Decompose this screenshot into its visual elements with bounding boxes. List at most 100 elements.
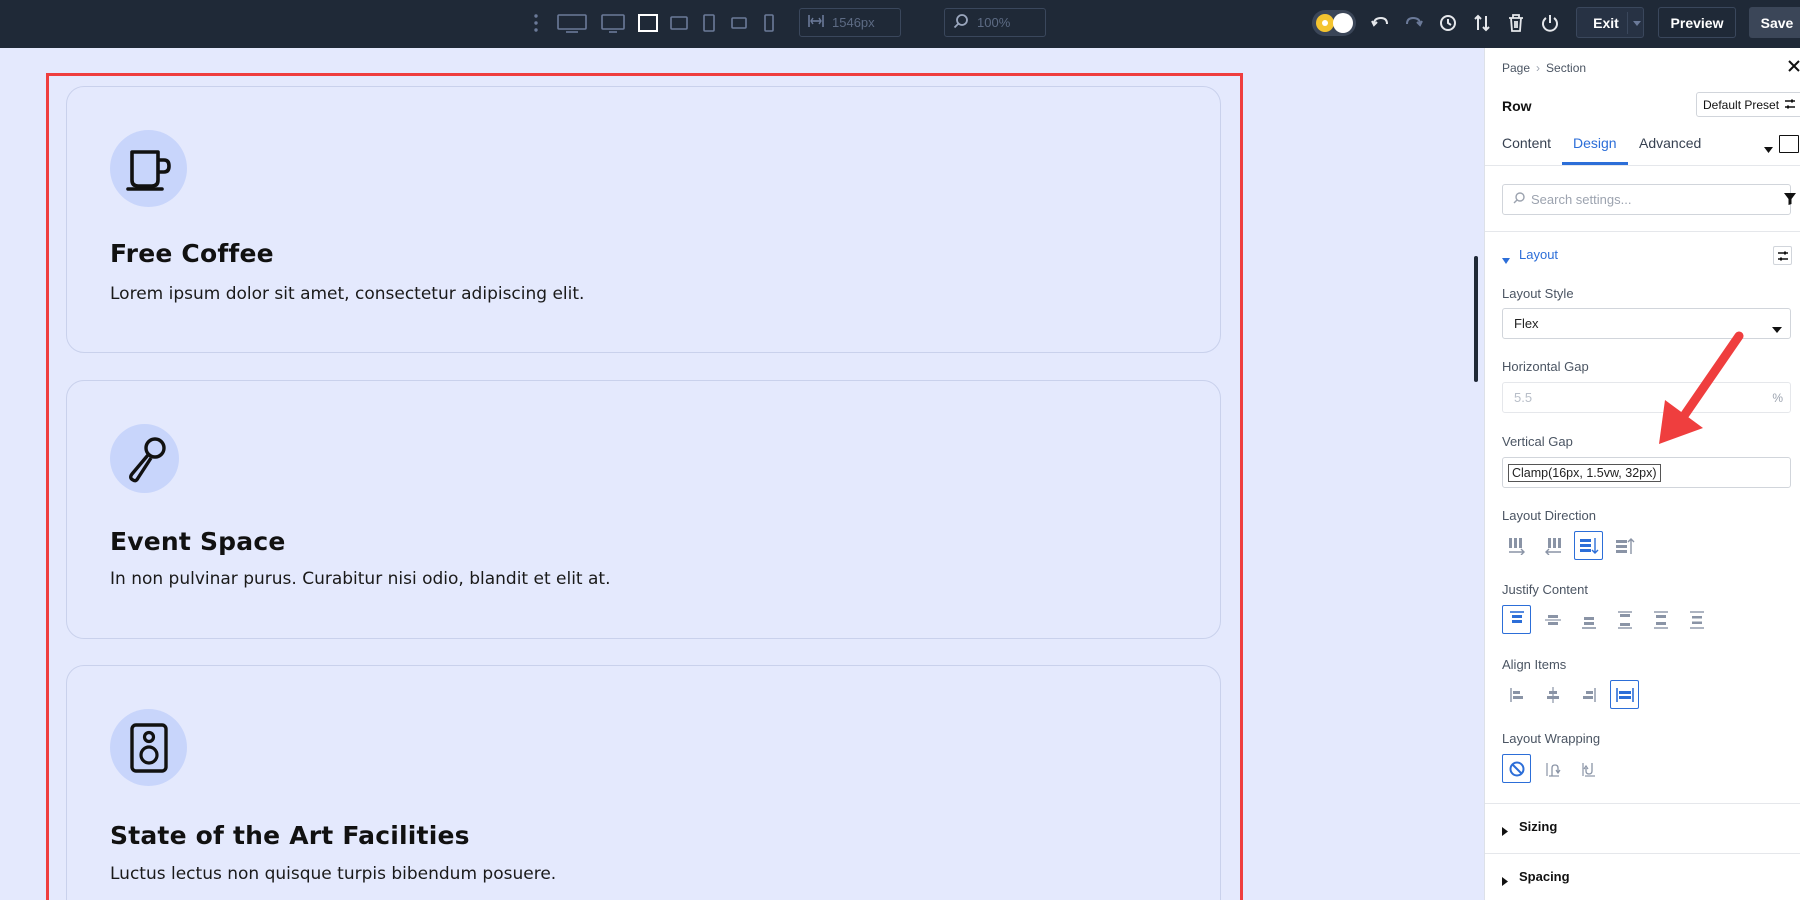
chevron-down-icon[interactable]: [1627, 12, 1645, 34]
sun-icon: [1316, 14, 1334, 32]
search-placeholder: Search settings...: [1531, 192, 1631, 207]
search-icon: [1513, 192, 1525, 207]
direction-column-reverse-icon[interactable]: [1610, 531, 1639, 560]
vertical-gap-label: Vertical Gap: [1502, 434, 1573, 449]
horizontal-gap-label: Horizontal Gap: [1502, 359, 1589, 374]
justify-start-icon[interactable]: [1502, 605, 1531, 634]
justify-space-around-icon[interactable]: [1646, 605, 1675, 634]
responsive-view-icon[interactable]: [1779, 135, 1799, 153]
feature-card[interactable]: Event Space In non pulvinar purus. Curab…: [66, 380, 1221, 639]
element-name: Row: [1502, 98, 1532, 114]
phone-icon[interactable]: [762, 12, 776, 34]
filter-icon[interactable]: [1784, 192, 1796, 210]
canvas-scrollbar[interactable]: [1474, 256, 1478, 382]
direction-column-icon[interactable]: [1574, 531, 1603, 560]
zoom-value: 100%: [977, 15, 1010, 30]
justify-space-evenly-icon[interactable]: [1682, 605, 1711, 634]
card-title: State of the Art Facilities: [110, 821, 470, 850]
card-title: Event Space: [110, 527, 286, 556]
desktop-icon[interactable]: [600, 12, 626, 36]
speaker-icon: [110, 709, 187, 786]
preset-label: Default Preset: [1703, 98, 1779, 112]
search-divider: [1485, 231, 1800, 232]
power-icon[interactable]: [1538, 11, 1562, 35]
direction-row-reverse-icon[interactable]: [1538, 531, 1567, 560]
breadcrumb-separator-icon: ›: [1536, 61, 1540, 75]
spacing-expand-icon[interactable]: [1502, 873, 1508, 891]
preview-label: Preview: [1671, 15, 1724, 31]
horizontal-gap-value: 5.5: [1514, 390, 1532, 405]
layout-divider: [1485, 803, 1800, 804]
close-icon[interactable]: [1787, 59, 1800, 75]
align-stretch-icon[interactable]: [1610, 680, 1639, 709]
sort-icon[interactable]: [1470, 11, 1494, 35]
layout-collapse-icon[interactable]: [1502, 251, 1510, 269]
sizing-section-title[interactable]: Sizing: [1519, 819, 1557, 834]
align-items-label: Align Items: [1502, 657, 1566, 672]
vertical-gap-input[interactable]: Clamp(16px, 1.5vw, 32px): [1502, 457, 1791, 488]
canvas-width-field[interactable]: 1546px: [799, 8, 901, 37]
zoom-field[interactable]: 100%: [944, 8, 1046, 37]
align-start-icon[interactable]: [1502, 680, 1531, 709]
tabs-divider: [1485, 165, 1800, 166]
feature-card[interactable]: Free Coffee Lorem ipsum dolor sit amet, …: [66, 86, 1221, 353]
breadcrumb-section[interactable]: Section: [1546, 61, 1586, 75]
layout-preset-icon[interactable]: [1773, 246, 1792, 265]
tablet-icon[interactable]: [701, 12, 717, 34]
justify-content-label: Justify Content: [1502, 582, 1588, 597]
breadcrumb-page[interactable]: Page: [1502, 61, 1530, 75]
justify-end-icon[interactable]: [1574, 605, 1603, 634]
justify-space-between-icon[interactable]: [1610, 605, 1639, 634]
width-value: 1546px: [832, 15, 875, 30]
card-text: Lorem ipsum dolor sit amet, consectetur …: [110, 284, 584, 304]
coffee-cup-icon: [110, 130, 187, 207]
sizing-divider: [1485, 853, 1800, 854]
tab-advanced[interactable]: Advanced: [1639, 135, 1701, 151]
tabs-menu-chevron-icon[interactable]: [1764, 140, 1773, 158]
save-label: Save: [1761, 15, 1794, 31]
wrap-icon[interactable]: [1538, 754, 1567, 783]
sizing-expand-icon[interactable]: [1502, 823, 1508, 841]
undo-icon[interactable]: [1368, 11, 1392, 35]
save-button[interactable]: Save: [1749, 7, 1800, 38]
trash-icon[interactable]: [1504, 11, 1528, 35]
horizontal-gap-unit[interactable]: %: [1772, 391, 1783, 405]
layout-section-title[interactable]: Layout: [1519, 247, 1558, 262]
layout-style-value: Flex: [1514, 316, 1539, 331]
preview-button[interactable]: Preview: [1658, 7, 1736, 38]
align-end-icon[interactable]: [1574, 680, 1603, 709]
justify-center-icon[interactable]: [1538, 605, 1567, 634]
width-icon: [808, 14, 824, 31]
zoom-icon: [953, 13, 969, 32]
builder-canvas: Free Coffee Lorem ipsum dolor sit amet, …: [0, 48, 1471, 900]
annotation-arrow-icon: [1653, 328, 1753, 448]
layout-direction-label: Layout Direction: [1502, 508, 1596, 523]
kebab-icon[interactable]: [530, 12, 542, 34]
search-settings-input[interactable]: Search settings...: [1502, 184, 1791, 215]
phone-landscape-icon[interactable]: [730, 12, 748, 34]
align-center-icon[interactable]: [1538, 680, 1567, 709]
layout-style-label: Layout Style: [1502, 286, 1574, 301]
microphone-icon: [110, 424, 179, 493]
spacing-section-title[interactable]: Spacing: [1519, 869, 1570, 884]
preset-icon: [1785, 98, 1795, 112]
vertical-gap-value: Clamp(16px, 1.5vw, 32px): [1508, 464, 1661, 482]
desktop-wide-icon[interactable]: [556, 12, 588, 36]
redo-icon[interactable]: [1402, 11, 1426, 35]
history-icon[interactable]: [1436, 11, 1460, 35]
tab-design[interactable]: Design: [1573, 135, 1617, 151]
card-title: Free Coffee: [110, 239, 274, 268]
card-text: Luctus lectus non quisque turpis bibendu…: [110, 864, 556, 884]
direction-row-icon[interactable]: [1502, 531, 1531, 560]
chevron-down-icon: [1772, 321, 1782, 336]
layout-wrapping-label: Layout Wrapping: [1502, 731, 1600, 746]
tablet-landscape-icon[interactable]: [669, 12, 689, 34]
tab-content[interactable]: Content: [1502, 135, 1551, 151]
laptop-icon[interactable]: [637, 12, 659, 34]
no-wrap-icon[interactable]: [1502, 754, 1531, 783]
settings-panel: Page › Section Row Default Preset Conten…: [1484, 48, 1800, 900]
theme-toggle[interactable]: [1312, 10, 1356, 36]
preset-select[interactable]: Default Preset: [1696, 92, 1800, 117]
feature-card[interactable]: State of the Art Facilities Luctus lectu…: [66, 665, 1221, 900]
wrap-reverse-icon[interactable]: [1574, 754, 1603, 783]
